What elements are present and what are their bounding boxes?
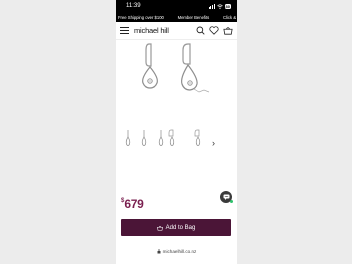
header-icons [196, 26, 233, 35]
battery-icon: 80 [224, 3, 231, 9]
background-left [0, 0, 116, 264]
site-header: michael hill [116, 22, 237, 40]
status-time: 11:39 [126, 3, 141, 9]
status-bar: 11:39 80 [116, 0, 237, 12]
lock-icon [157, 249, 161, 254]
signal-icon [208, 3, 215, 9]
promo-click[interactable]: Click & [223, 15, 236, 20]
thumbnail-5[interactable] [194, 129, 204, 149]
earrings-image [142, 43, 210, 93]
promo-bar[interactable]: Free Shipping over $100 Member Benefits … [116, 12, 237, 22]
thumbnail-1[interactable] [125, 129, 133, 149]
phone-screen: 11:39 80 Free Shipping over $100 Member … [116, 0, 237, 264]
chat-icon[interactable] [220, 191, 233, 203]
price-amount: 679 [124, 197, 144, 211]
site-logo[interactable]: michael hill [134, 26, 169, 35]
thumbnail-4[interactable] [168, 129, 178, 149]
wifi-icon [216, 3, 223, 9]
promo-shipping[interactable]: Free Shipping over $100 [118, 15, 164, 20]
add-to-bag-label: Add to Bag [165, 224, 196, 231]
thumbnail-3[interactable] [158, 129, 166, 149]
product-price: $ 679 [121, 197, 144, 211]
browser-url: michaelhill.co.nz [162, 249, 197, 254]
shopping-bag-icon [156, 225, 163, 231]
background-right [237, 0, 352, 264]
thumbnail-strip: › [116, 129, 237, 159]
heart-icon[interactable] [209, 26, 219, 35]
hamburger-menu-icon[interactable] [120, 27, 129, 34]
add-to-bag-button[interactable]: Add to Bag [121, 219, 231, 236]
online-indicator [230, 200, 233, 203]
thumbnail-2[interactable] [141, 129, 149, 149]
search-icon[interactable] [196, 26, 205, 35]
chevron-right-icon[interactable]: › [212, 138, 215, 148]
browser-url-bar[interactable]: michaelhill.co.nz [116, 246, 237, 264]
promo-member[interactable]: Member Benefits [178, 15, 210, 20]
shopping-bag-icon[interactable] [223, 26, 233, 35]
status-icons: 80 [208, 3, 231, 9]
product-image[interactable] [116, 40, 237, 126]
